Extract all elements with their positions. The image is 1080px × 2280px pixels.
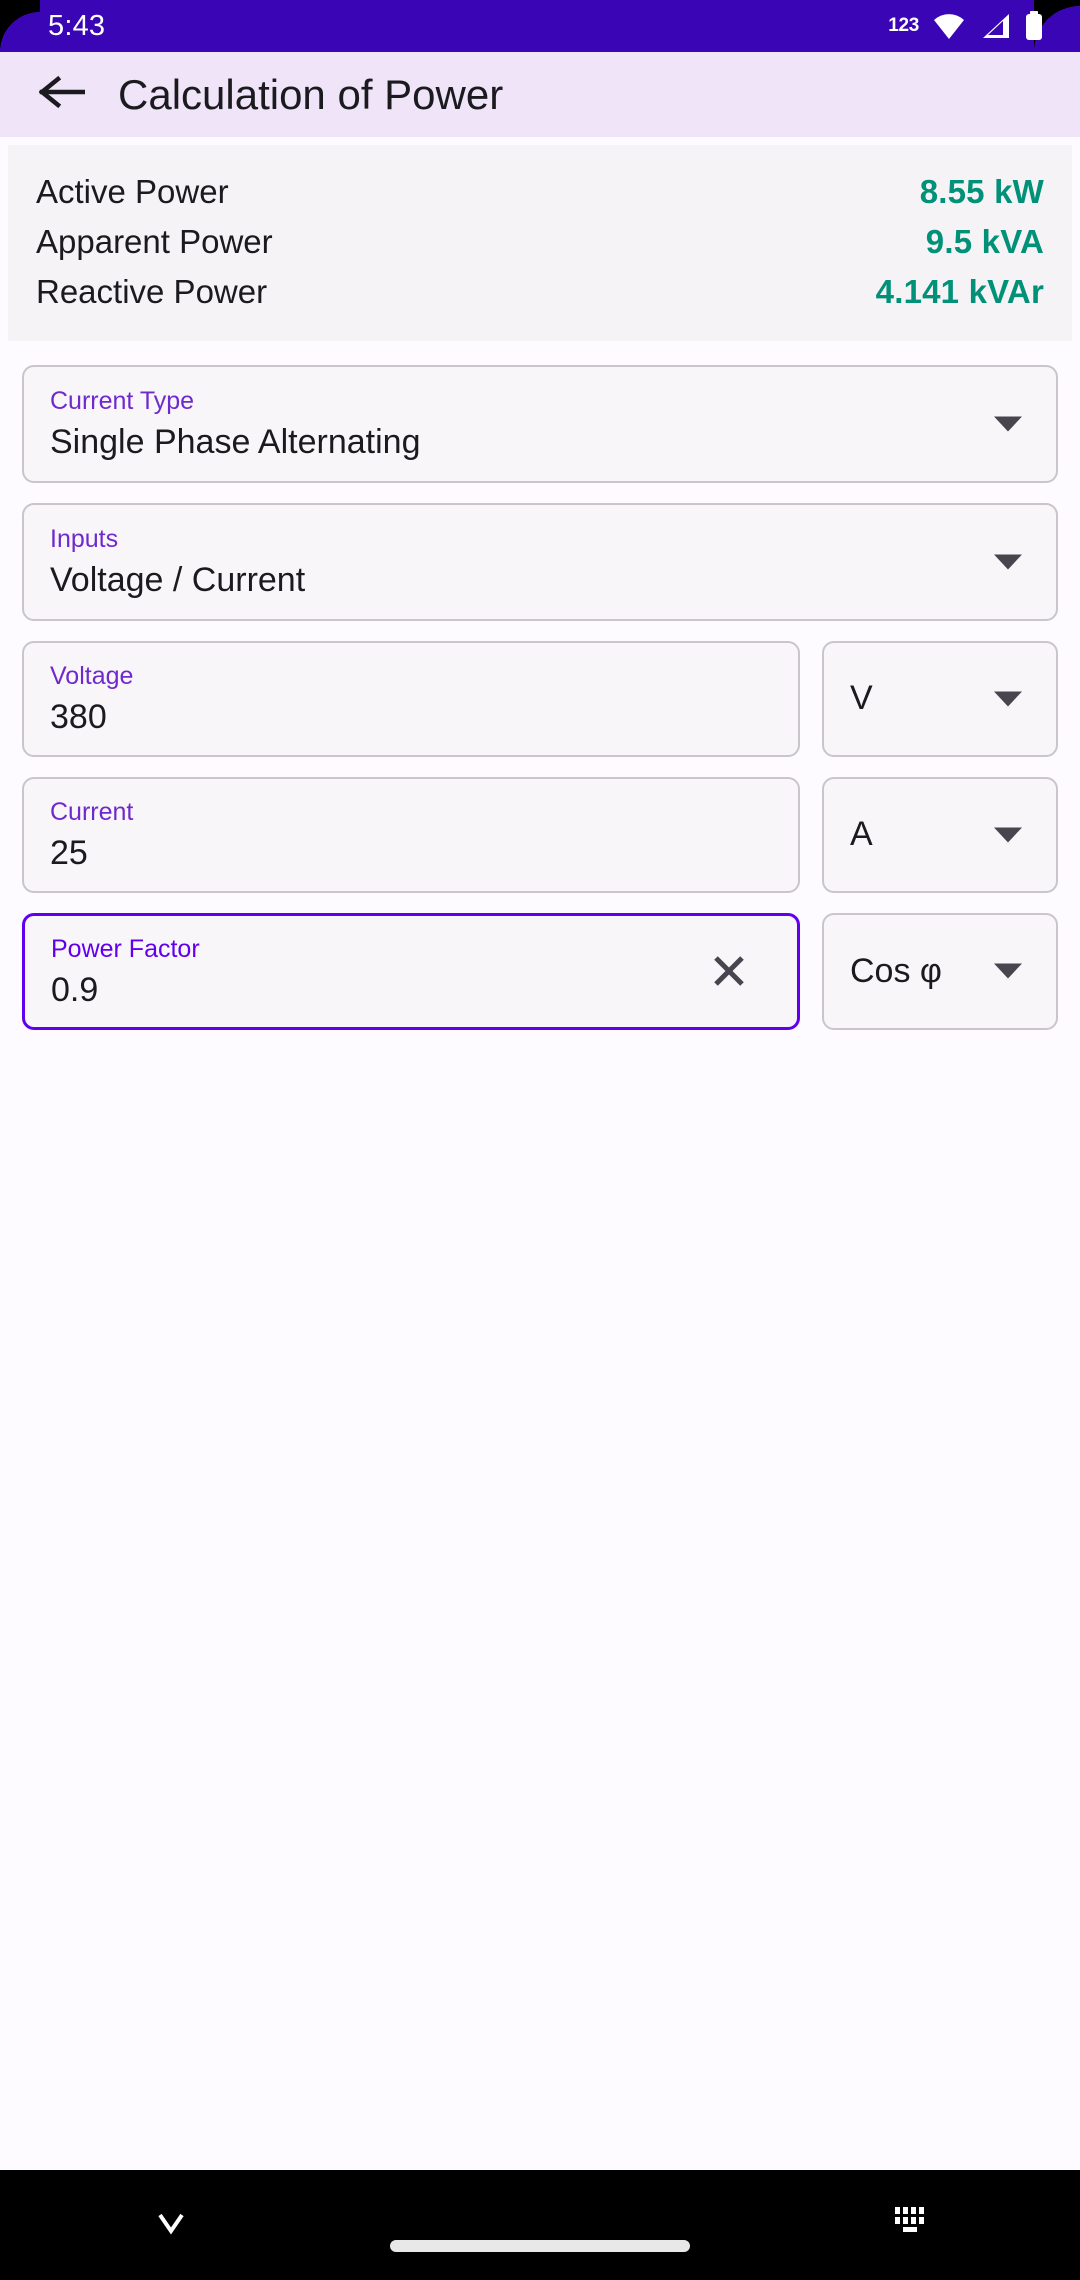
power-factor-input[interactable]: Power Factor 0.9 xyxy=(22,912,800,1031)
current-input[interactable]: Current 25 xyxy=(22,776,800,893)
voltage-label: Voltage xyxy=(50,662,134,690)
current-unit-select[interactable]: A xyxy=(822,776,1058,893)
keyboard-switcher-button[interactable] xyxy=(892,2206,934,2240)
back-arrow-icon xyxy=(38,72,86,117)
result-row-apparent-power: Apparent Power 9.5 kVA xyxy=(36,217,1044,267)
voltage-unit-select[interactable]: V xyxy=(822,641,1058,757)
current-label: Current xyxy=(50,797,134,826)
power-factor-value: 0.9 xyxy=(51,970,99,1009)
app-bar: Calculation of Power xyxy=(0,52,1080,137)
field-row-voltage: Voltage 380 V xyxy=(22,641,1058,757)
page-title: Calculation of Power xyxy=(118,70,504,118)
back-button[interactable] xyxy=(34,67,90,123)
voltage-unit-value: V xyxy=(850,679,873,718)
inputs-mode-select[interactable]: Inputs Voltage / Current xyxy=(22,503,1058,621)
chevron-down-icon[interactable] xyxy=(994,416,1022,432)
home-indicator[interactable] xyxy=(390,2240,690,2252)
inputs-mode-label: Inputs xyxy=(50,525,119,554)
chevron-down-icon[interactable] xyxy=(994,554,1022,570)
chevron-down-icon[interactable] xyxy=(994,827,1022,843)
current-type-value: Single Phase Alternating xyxy=(50,423,421,462)
field-row-current: Current 25 A xyxy=(22,776,1058,893)
cellular-signal-icon xyxy=(979,12,1011,40)
result-label: Active Power xyxy=(36,173,229,210)
inputs-mode-value: Voltage / Current xyxy=(50,561,306,600)
chevron-down-icon[interactable] xyxy=(994,963,1022,979)
wifi-icon xyxy=(932,12,966,40)
current-type-label: Current Type xyxy=(50,387,195,416)
clear-icon[interactable] xyxy=(703,945,755,997)
input-form: Current Type Single Phase Alternating In… xyxy=(0,341,1080,1031)
chevron-down-icon xyxy=(153,2208,189,2243)
result-value: 8.55 kW xyxy=(919,173,1044,210)
voltage-value: 380 xyxy=(50,698,107,737)
notification-count-badge: 123 xyxy=(888,15,919,36)
hide-keyboard-button[interactable] xyxy=(148,2208,194,2242)
result-value: 4.141 kVAr xyxy=(875,273,1044,310)
status-bar-icons: 123 xyxy=(888,11,1044,41)
power-factor-label: Power Factor xyxy=(51,934,200,963)
current-type-select[interactable]: Current Type Single Phase Alternating xyxy=(22,365,1058,483)
voltage-input[interactable]: Voltage 380 xyxy=(22,641,800,757)
battery-icon xyxy=(1024,11,1044,41)
results-panel: Active Power 8.55 kW Apparent Power 9.5 … xyxy=(8,145,1072,341)
current-unit-value: A xyxy=(850,815,873,854)
result-label: Apparent Power xyxy=(36,223,273,260)
current-value: 25 xyxy=(50,834,88,872)
result-label: Reactive Power xyxy=(36,273,268,310)
status-bar: 5:43 123 xyxy=(0,0,1080,52)
system-navigation-bar xyxy=(0,2170,1080,2280)
power-factor-unit-select[interactable]: Cos φ xyxy=(822,912,1058,1031)
field-row-power-factor: Power Factor 0.9 Cos φ xyxy=(22,912,1058,1031)
result-row-reactive-power: Reactive Power 4.141 kVAr xyxy=(36,267,1044,317)
power-factor-unit-value: Cos φ xyxy=(850,951,942,990)
result-value: 9.5 kVA xyxy=(925,223,1044,260)
keyboard-icon xyxy=(893,2205,933,2242)
field-row-inputs-mode: Inputs Voltage / Current xyxy=(22,503,1058,621)
field-row-current-type: Current Type Single Phase Alternating xyxy=(22,365,1058,483)
chevron-down-icon[interactable] xyxy=(994,691,1022,707)
status-bar-time: 5:43 xyxy=(48,9,106,42)
result-row-active-power: Active Power 8.55 kW xyxy=(36,167,1044,217)
